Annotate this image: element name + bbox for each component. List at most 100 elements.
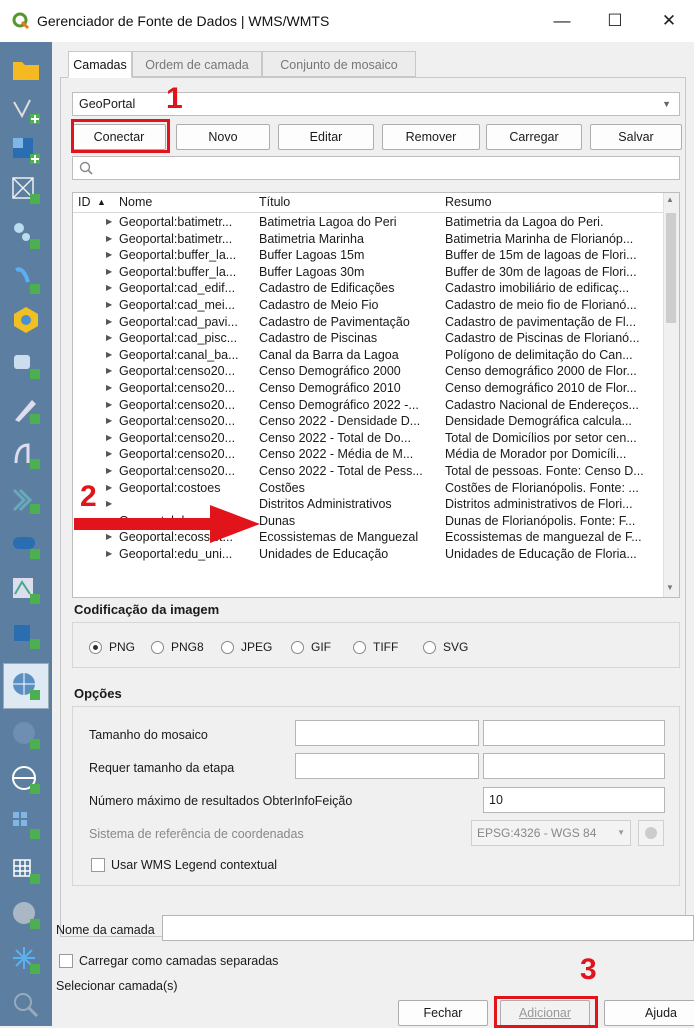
table-row[interactable]: ▶ Geoportal:censo20... Censo 2022 - Média … xyxy=(73,446,665,462)
step-width-input[interactable] xyxy=(295,753,479,779)
radio-svg[interactable] xyxy=(423,641,436,654)
maximize-button[interactable]: ☐ xyxy=(598,8,632,34)
scrollbar-thumb[interactable] xyxy=(666,213,676,323)
table-row[interactable]: ▶ Geoportal:batimetr... Batimetria Marinha… xyxy=(73,231,665,247)
expand-arrow-icon[interactable]: ▶ xyxy=(106,546,112,562)
table-row[interactable]: ▶ Geoportal:censo20... Censo Demográfico 2… xyxy=(73,380,665,396)
add-vector-layer-icon[interactable] xyxy=(10,94,42,126)
expand-arrow-icon[interactable]: ▶ xyxy=(106,280,112,296)
table-row[interactable]: ▶ Geoportal:cad_mei... Cadastro de Meio Fi… xyxy=(73,297,665,313)
expand-arrow-icon[interactable]: ▶ xyxy=(106,363,112,379)
table-row[interactable]: ▶ Geoportal:censo20... Censo Demográfico 2… xyxy=(73,363,665,379)
column-header-summary[interactable]: Resumo xyxy=(445,195,492,209)
close-button[interactable]: Fechar xyxy=(398,1000,488,1026)
expand-arrow-icon[interactable]: ▶ xyxy=(106,413,112,429)
expand-arrow-icon[interactable]: ▶ xyxy=(106,231,112,247)
radio-png8[interactable] xyxy=(151,641,164,654)
expand-arrow-icon[interactable]: ▶ xyxy=(106,214,112,230)
edit-connection-button[interactable]: Editar xyxy=(278,124,374,150)
expand-arrow-icon[interactable]: ▶ xyxy=(106,264,112,280)
expand-arrow-icon[interactable]: ▶ xyxy=(106,330,112,346)
connection-select[interactable]: GeoPortal ▼ xyxy=(72,92,680,116)
radio-gif[interactable] xyxy=(291,641,304,654)
scroll-down-icon[interactable]: ▼ xyxy=(666,583,674,592)
add-point-cloud-icon[interactable] xyxy=(10,944,42,976)
expand-arrow-icon[interactable]: ▶ xyxy=(106,347,112,363)
close-window-button[interactable]: ✕ xyxy=(652,8,686,34)
table-scrollbar[interactable]: ▲ ▼ xyxy=(663,193,679,597)
add-delimited-text-icon[interactable] xyxy=(10,219,42,251)
add-virtual-vector-icon[interactable] xyxy=(10,574,42,606)
column-header-id[interactable]: ID xyxy=(78,195,91,209)
table-row[interactable]: ▶ Geoportal:cad_edif... Cadastro de Edific… xyxy=(73,280,665,296)
add-arcgis-feature-icon[interactable] xyxy=(10,854,42,886)
table-row[interactable]: ▶ Geoportal:buffer_la... Buffer Lagoas 30m… xyxy=(73,264,665,280)
layer-name-label: Nome da camada xyxy=(56,923,155,937)
max-results-input[interactable]: 10 xyxy=(483,787,665,813)
crs-select[interactable]: EPSG:4326 - WGS 84 ▼ xyxy=(471,820,631,846)
add-oracle-icon[interactable] xyxy=(10,439,42,471)
table-row[interactable]: ▶ Geoportal:buffer_la... Buffer Lagoas 15m… xyxy=(73,247,665,263)
expand-arrow-icon[interactable]: ▶ xyxy=(106,480,112,496)
add-raster-layer-icon[interactable] xyxy=(10,134,42,166)
add-virtual-layer-icon[interactable] xyxy=(10,529,42,561)
expand-arrow-icon[interactable]: ▶ xyxy=(106,380,112,396)
search-metadata-icon[interactable] xyxy=(10,989,42,1021)
column-header-title[interactable]: Título xyxy=(259,195,290,209)
table-row[interactable]: ▶ Geoportal:censo20... Censo 2022 - Total … xyxy=(73,430,665,446)
table-row[interactable]: ▶ Geoportal:edu_uni... Unidades de Educaçã… xyxy=(73,546,665,562)
tile-height-input[interactable] xyxy=(483,720,665,746)
add-db2-icon[interactable] xyxy=(10,484,42,516)
remove-connection-button[interactable]: Remover xyxy=(382,124,480,150)
tab-tileset[interactable]: Conjunto de mosaico xyxy=(262,51,416,77)
layer-name-input[interactable] xyxy=(162,915,694,941)
expand-arrow-icon[interactable]: ▶ xyxy=(106,446,112,462)
add-geopackage-icon[interactable] xyxy=(10,264,42,296)
radio-tiff[interactable] xyxy=(353,641,366,654)
add-wfs-layer-icon[interactable] xyxy=(10,764,42,796)
tab-layer-order[interactable]: Ordem de camada xyxy=(132,51,262,77)
add-spatialite-icon[interactable] xyxy=(10,304,42,336)
new-connection-button[interactable]: Novo xyxy=(176,124,270,150)
add-xyz-layer-icon[interactable] xyxy=(10,809,42,841)
add-wcs-layer-icon[interactable] xyxy=(10,719,42,751)
add-postgis-icon[interactable] xyxy=(10,349,42,381)
add-vector-tile-icon[interactable] xyxy=(10,619,42,651)
help-button[interactable]: Ajuda xyxy=(604,1000,694,1026)
table-row[interactable]: ▶ Geoportal:canal_ba... Canal da Barra da … xyxy=(73,347,665,363)
save-connections-button[interactable]: Salvar xyxy=(590,124,682,150)
table-row[interactable]: ▶ Geoportal:cad_pavi... Cadastro de Pavime… xyxy=(73,314,665,330)
scroll-up-icon[interactable]: ▲ xyxy=(666,195,674,204)
add-mesh-layer-icon[interactable] xyxy=(10,174,42,206)
load-connections-button[interactable]: Carregar xyxy=(486,124,582,150)
expand-arrow-icon[interactable]: ▶ xyxy=(106,297,112,313)
expand-arrow-icon[interactable]: ▶ xyxy=(106,247,112,263)
table-row[interactable]: ▶ Geoportal:censo20... Censo 2022 - Total … xyxy=(73,463,665,479)
globe-icon xyxy=(645,827,657,839)
cell-summary: Dunas de Florianópolis. Fonte: F... xyxy=(445,513,636,528)
step-height-input[interactable] xyxy=(483,753,665,779)
radio-png[interactable] xyxy=(89,641,102,654)
expand-arrow-icon[interactable]: ▶ xyxy=(106,397,112,413)
add-arcgis-map-icon[interactable] xyxy=(10,899,42,931)
load-separate-checkbox[interactable] xyxy=(59,954,73,968)
wms-wmts-selected[interactable] xyxy=(3,663,49,709)
table-row[interactable]: ▶ Geoportal:censo20... Censo 2022 - Densid… xyxy=(73,413,665,429)
tile-width-input[interactable] xyxy=(295,720,479,746)
add-mssql-icon[interactable] xyxy=(10,394,42,426)
minimize-button[interactable]: — xyxy=(545,8,579,34)
table-row[interactable]: ▶ Geoportal:costoes Costões Costões de Flor… xyxy=(73,480,665,496)
tab-layers[interactable]: Camadas xyxy=(68,51,132,78)
crs-picker-button[interactable] xyxy=(638,820,664,846)
browser-folder-icon[interactable] xyxy=(10,54,42,86)
expand-arrow-icon[interactable]: ▶ xyxy=(106,314,112,330)
column-header-name[interactable]: Nome xyxy=(119,195,152,209)
expand-arrow-icon[interactable]: ▶ xyxy=(106,430,112,446)
contextual-legend-checkbox[interactable] xyxy=(91,858,105,872)
table-row[interactable]: ▶ Geoportal:censo20... Censo Demográfico 2… xyxy=(73,397,665,413)
radio-jpeg[interactable] xyxy=(221,641,234,654)
expand-arrow-icon[interactable]: ▶ xyxy=(106,463,112,479)
table-row[interactable]: ▶ Geoportal:cad_pisc... Cadastro de Piscin… xyxy=(73,330,665,346)
layer-search-input[interactable] xyxy=(72,156,680,180)
table-row[interactable]: ▶ Geoportal:batimetr... Batimetria Lagoa d… xyxy=(73,214,665,230)
